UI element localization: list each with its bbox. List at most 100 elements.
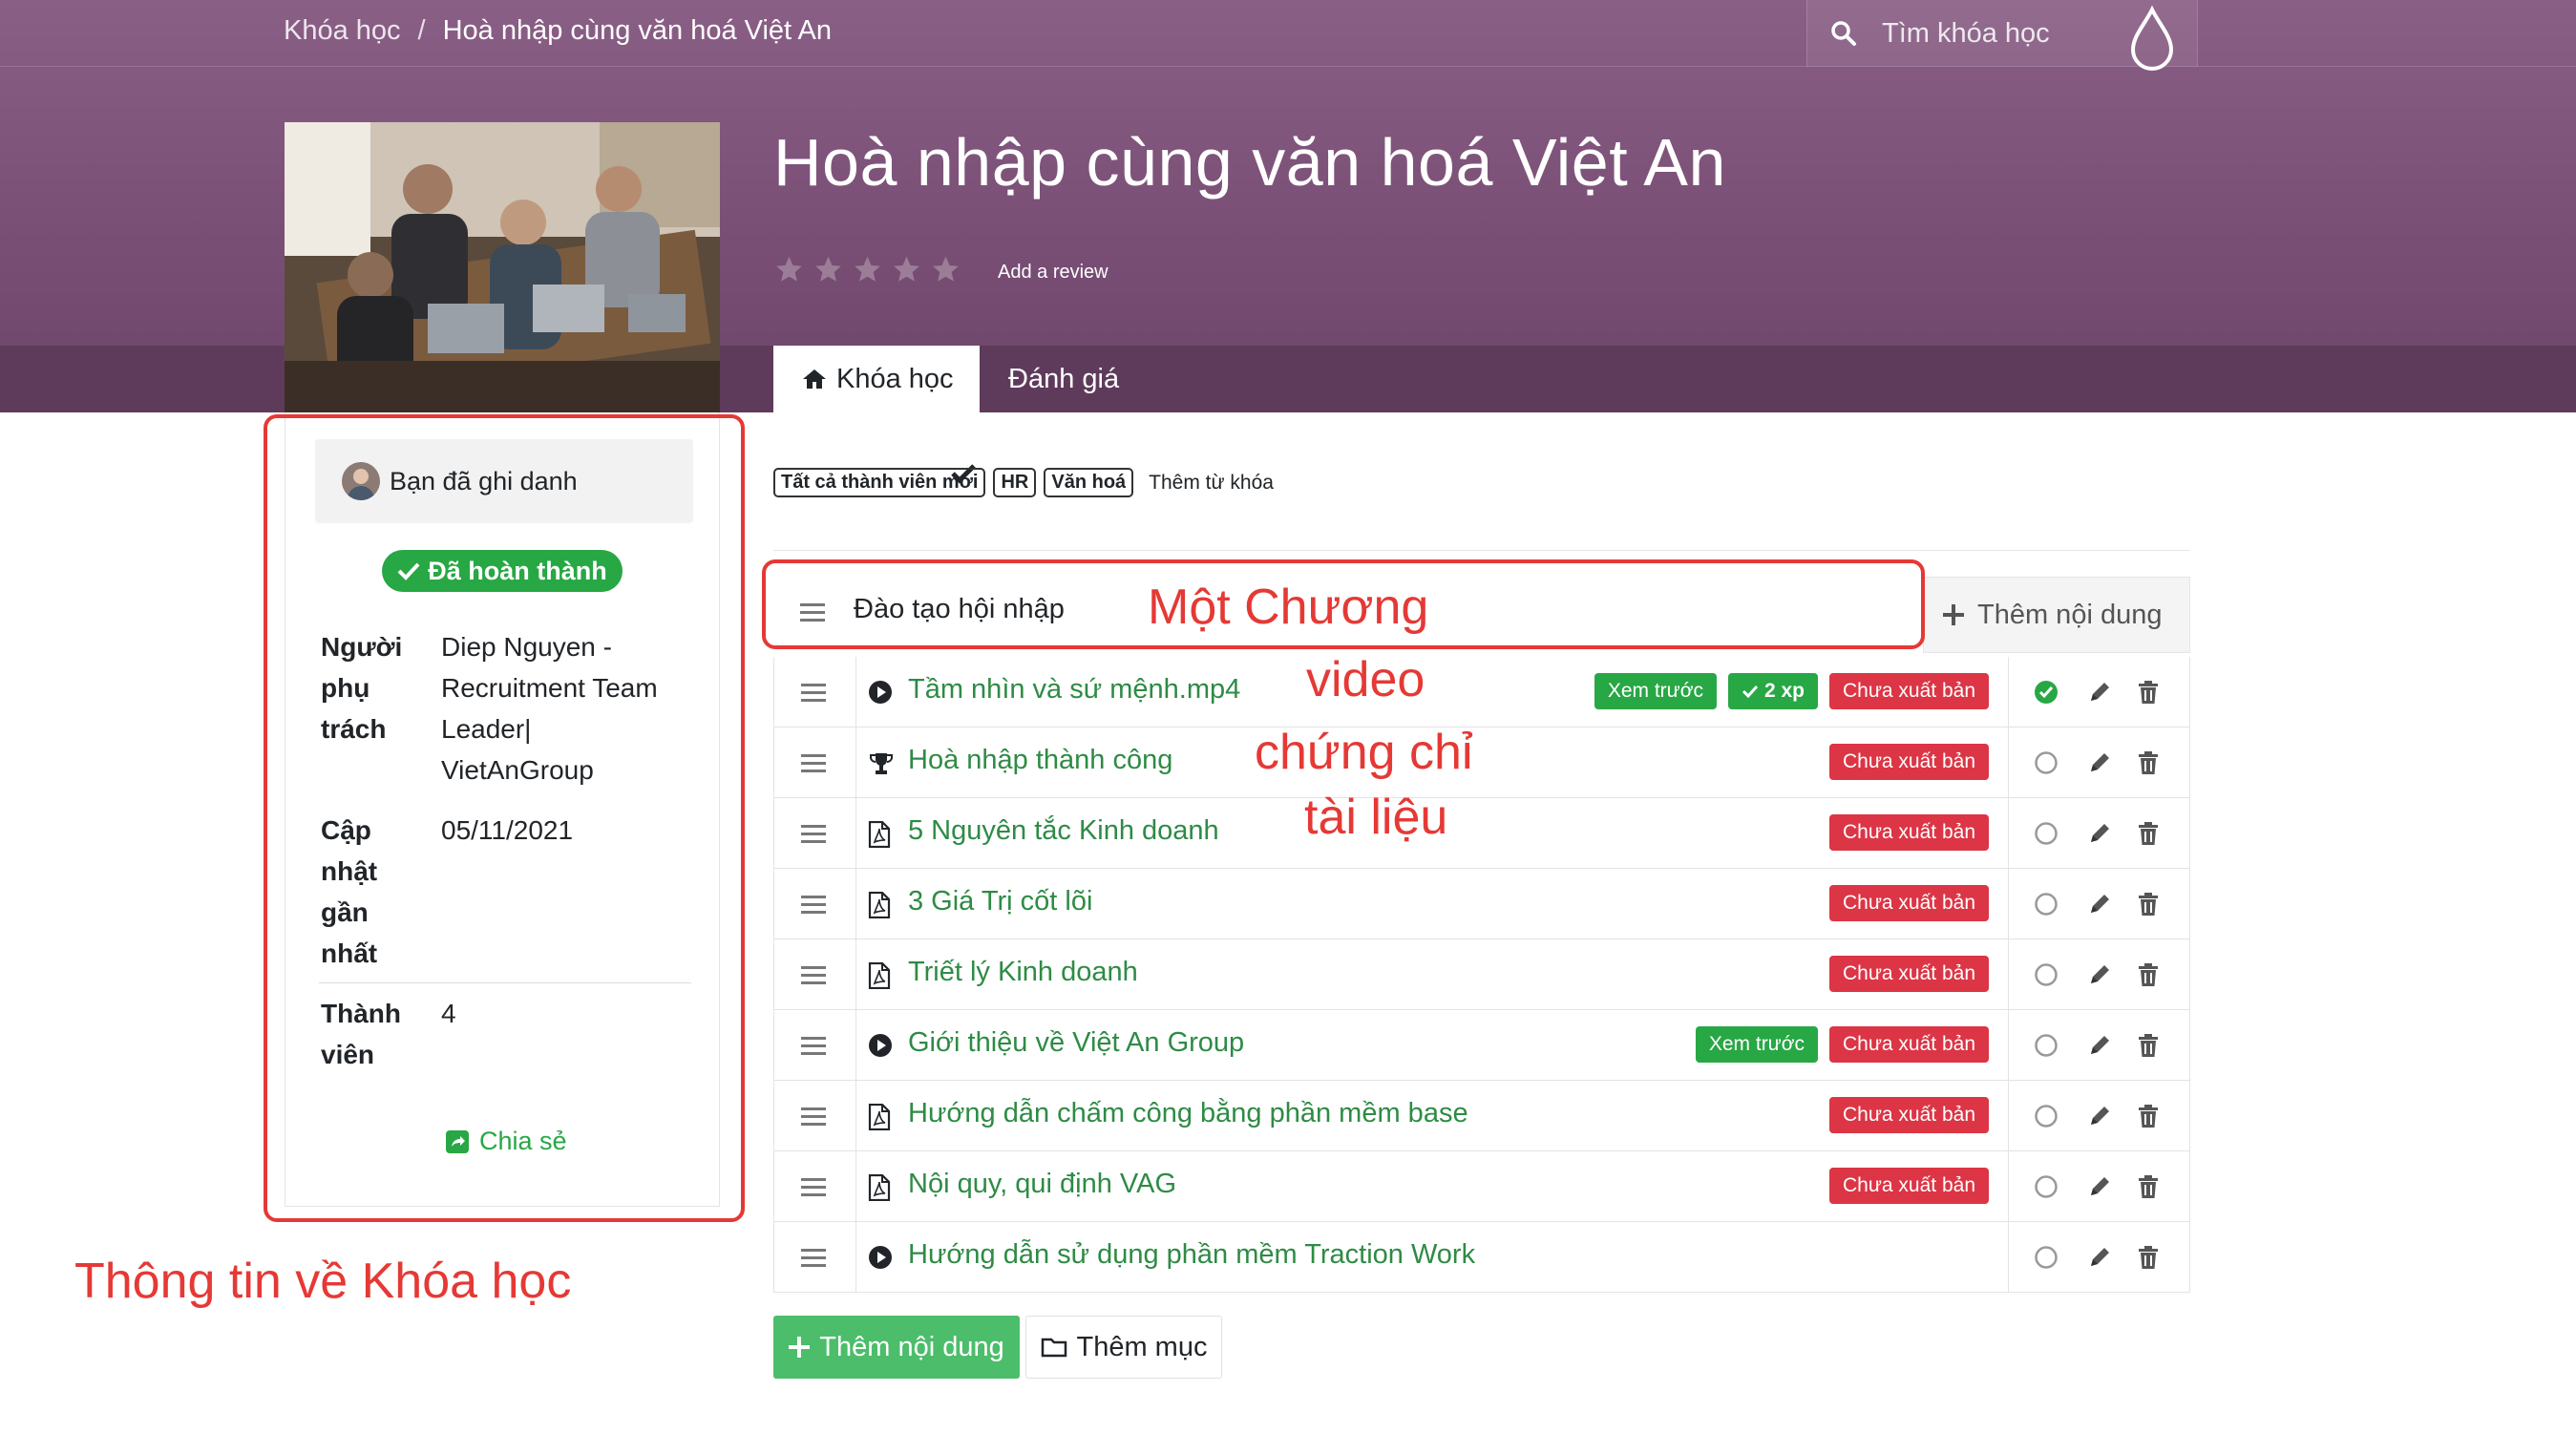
trash-icon[interactable] — [2137, 1245, 2160, 1270]
drag-handle-icon[interactable] — [801, 1106, 826, 1128]
trash-icon[interactable] — [2137, 1033, 2160, 1058]
trash-icon[interactable] — [2137, 1174, 2160, 1199]
pencil-icon[interactable] — [2087, 680, 2112, 705]
drag-handle-cell[interactable] — [774, 798, 856, 868]
trash-icon[interactable] — [2137, 962, 2160, 987]
lesson-badges: Chưa xuất bản — [1829, 1168, 1989, 1204]
lesson-row[interactable]: Triết lý Kinh doanh Chưa xuất bản — [773, 939, 2190, 1010]
lesson-actions — [2008, 1222, 2189, 1292]
drag-handle-icon[interactable] — [801, 1247, 826, 1270]
drag-handle-cell[interactable] — [774, 1010, 856, 1080]
pencil-icon[interactable] — [2087, 1245, 2112, 1270]
drag-handle-cell[interactable] — [774, 1222, 856, 1292]
incomplete-circle-icon[interactable] — [2034, 962, 2059, 987]
search-input[interactable]: Tìm khóa học — [1882, 18, 2050, 50]
section-add-content-button[interactable]: Thêm nội dung — [1923, 577, 2190, 653]
lesson-badges: Xem trước Chưa xuất bản — [1695, 1026, 1989, 1063]
lesson-title[interactable]: Nội quy, qui định VAG — [908, 1169, 1176, 1200]
lesson-title[interactable]: Giới thiệu về Việt An Group — [908, 1027, 1244, 1059]
lesson-row[interactable]: 5 Nguyên tắc Kinh doanh Chưa xuất bản — [773, 798, 2190, 869]
tag-chip[interactable]: HR — [993, 468, 1037, 497]
drag-handle-icon[interactable] — [801, 1176, 826, 1199]
tab-reviews[interactable]: Đánh giá — [1008, 346, 1119, 412]
lesson-title[interactable]: 3 Giá Trị cốt lõi — [908, 886, 1092, 917]
drag-handle-icon[interactable] — [801, 894, 826, 917]
incomplete-circle-icon[interactable] — [2034, 1245, 2059, 1270]
lesson-title[interactable]: Hướng dẫn sử dụng phần mềm Traction Work — [908, 1239, 1475, 1271]
preview-badge[interactable]: Xem trước — [1594, 673, 1717, 709]
drag-handle-icon[interactable] — [801, 752, 826, 775]
breadcrumb: Khóa học / Hoà nhập cùng văn hoá Việt An — [284, 15, 832, 47]
lesson-title[interactable]: Triết lý Kinh doanh — [908, 957, 1138, 988]
tag-chip[interactable]: Văn hoá — [1044, 468, 1134, 497]
trash-icon[interactable] — [2137, 821, 2160, 846]
pencil-icon[interactable] — [2087, 1104, 2112, 1128]
drag-handle-icon[interactable] — [801, 682, 826, 705]
unpublished-badge[interactable]: Chưa xuất bản — [1829, 814, 1989, 851]
preview-badge[interactable]: Xem trước — [1695, 1026, 1819, 1063]
add-review-link[interactable]: Add a review — [998, 262, 1109, 284]
lesson-row[interactable]: 3 Giá Trị cốt lõi Chưa xuất bản — [773, 869, 2190, 939]
drag-handle-cell[interactable] — [774, 869, 856, 938]
incomplete-circle-icon[interactable] — [2034, 1174, 2059, 1199]
rating-stars[interactable] — [773, 254, 961, 285]
completed-circle-icon[interactable] — [2034, 680, 2059, 705]
unpublished-badge[interactable]: Chưa xuất bản — [1829, 956, 1989, 992]
lesson-row[interactable]: Tầm nhìn và sứ mệnh.mp4 Xem trước 2 xp Chư… — [773, 657, 2190, 728]
lesson-badges: Chưa xuất bản — [1829, 1097, 1989, 1133]
document-annotation: tài liệu — [1304, 790, 1448, 845]
drag-handle-cell[interactable] — [774, 728, 856, 797]
unpublished-badge[interactable]: Chưa xuất bản — [1829, 885, 1989, 921]
lesson-row[interactable]: Hướng dẫn sử dụng phần mềm Traction Work — [773, 1222, 2190, 1293]
drag-handle-cell[interactable] — [774, 1081, 856, 1150]
tag-chip[interactable]: Tất cả thành viên mới — [773, 468, 986, 497]
unpublished-badge[interactable]: Chưa xuất bản — [1829, 744, 1989, 780]
drag-handle-cell[interactable] — [774, 939, 856, 1009]
star-icon — [894, 256, 919, 282]
lesson-title[interactable]: Hoà nhập thành công — [908, 745, 1172, 776]
unpublished-badge[interactable]: Chưa xuất bản — [1829, 1097, 1989, 1133]
drag-handle-cell[interactable] — [774, 1151, 856, 1221]
drag-handle-icon[interactable] — [801, 823, 826, 846]
lesson-title[interactable]: Hướng dẫn chấm công bằng phần mềm base — [908, 1098, 1468, 1129]
lesson-title[interactable]: Tầm nhìn và sứ mệnh.mp4 — [908, 674, 1240, 706]
lesson-row[interactable]: Hoà nhập thành công Chưa xuất bản — [773, 728, 2190, 798]
pencil-icon[interactable] — [2087, 892, 2112, 917]
breadcrumb-courses-link[interactable]: Khóa học — [284, 15, 401, 47]
lesson-badges: Chưa xuất bản — [1829, 956, 1989, 992]
lesson-row[interactable]: Giới thiệu về Việt An Group Xem trước Chư… — [773, 1010, 2190, 1081]
tab-course[interactable]: Khóa học — [773, 346, 980, 412]
incomplete-circle-icon[interactable] — [2034, 821, 2059, 846]
trash-icon[interactable] — [2137, 680, 2160, 705]
star-icon — [855, 256, 880, 282]
incomplete-circle-icon[interactable] — [2034, 1104, 2059, 1128]
unpublished-badge[interactable]: Chưa xuất bản — [1829, 1168, 1989, 1204]
incomplete-circle-icon[interactable] — [2034, 892, 2059, 917]
add-tag-button[interactable]: Thêm từ khóa — [1141, 469, 1281, 496]
drag-handle-icon[interactable] — [801, 1035, 826, 1058]
trash-icon[interactable] — [2137, 1104, 2160, 1128]
pencil-icon[interactable] — [2087, 1033, 2112, 1058]
incomplete-circle-icon[interactable] — [2034, 1033, 2059, 1058]
incomplete-circle-icon[interactable] — [2034, 750, 2059, 775]
pencil-icon[interactable] — [2087, 821, 2112, 846]
lesson-row[interactable]: Hướng dẫn chấm công bằng phần mềm base C… — [773, 1081, 2190, 1151]
pencil-icon[interactable] — [2087, 750, 2112, 775]
lesson-badges: Chưa xuất bản — [1829, 814, 1989, 851]
pencil-icon[interactable] — [2087, 1174, 2112, 1199]
pdf-file-icon — [868, 1173, 891, 1206]
lesson-row[interactable]: Nội quy, qui định VAG Chưa xuất bản — [773, 1151, 2190, 1222]
add-content-label: Thêm nội dung — [819, 1331, 1004, 1362]
pencil-icon[interactable] — [2087, 962, 2112, 987]
home-icon — [803, 369, 826, 389]
trash-icon[interactable] — [2137, 750, 2160, 775]
video-annotation: video — [1306, 652, 1425, 707]
add-content-button[interactable]: Thêm nội dung — [773, 1316, 1020, 1379]
lesson-title[interactable]: 5 Nguyên tắc Kinh doanh — [908, 815, 1219, 847]
unpublished-badge[interactable]: Chưa xuất bản — [1829, 1026, 1989, 1063]
trash-icon[interactable] — [2137, 892, 2160, 917]
unpublished-badge[interactable]: Chưa xuất bản — [1829, 673, 1989, 709]
drag-handle-icon[interactable] — [801, 964, 826, 987]
add-section-button[interactable]: Thêm mục — [1025, 1316, 1222, 1379]
drag-handle-cell[interactable] — [774, 657, 856, 727]
